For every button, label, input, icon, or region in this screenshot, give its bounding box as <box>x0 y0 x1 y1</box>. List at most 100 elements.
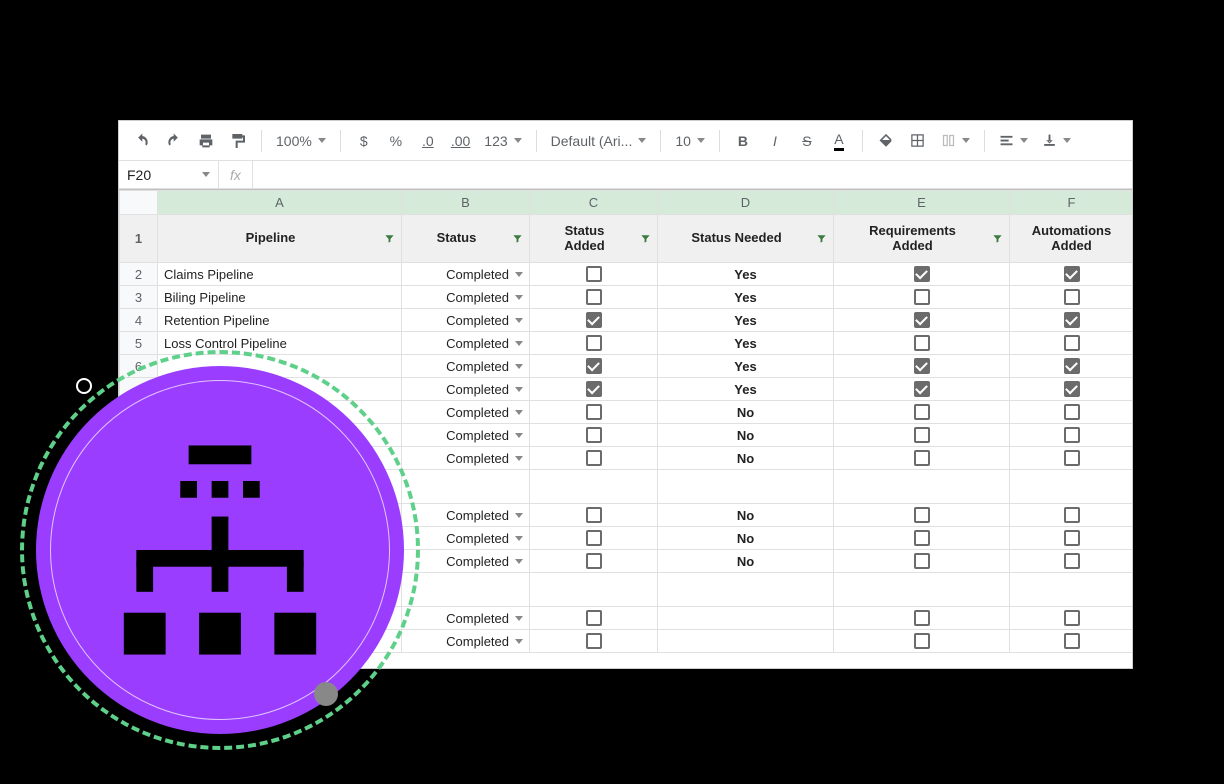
currency-button[interactable]: $ <box>351 128 377 154</box>
cell-status-needed[interactable]: Yes <box>658 332 834 355</box>
cell-status[interactable]: Completed <box>402 527 530 550</box>
checkbox[interactable] <box>586 335 602 351</box>
status-dropdown[interactable]: Completed <box>402 332 529 354</box>
cell-requirements-added[interactable] <box>834 263 1010 286</box>
filter-icon[interactable] <box>991 233 1003 245</box>
cell-status-needed[interactable]: No <box>658 424 834 447</box>
cell-automations-added[interactable] <box>1010 630 1133 653</box>
checkbox[interactable] <box>1064 553 1080 569</box>
checkbox[interactable] <box>914 553 930 569</box>
status-dropdown[interactable]: Completed <box>402 607 529 629</box>
cell-automations-added[interactable] <box>1010 550 1133 573</box>
filter-icon[interactable] <box>815 233 827 245</box>
vertical-align-dropdown[interactable] <box>1038 128 1075 154</box>
cell-status-needed[interactable]: Yes <box>658 355 834 378</box>
checkbox[interactable] <box>586 404 602 420</box>
checkbox[interactable] <box>586 553 602 569</box>
column-header-A[interactable]: A <box>158 191 402 215</box>
checkbox[interactable] <box>1064 312 1080 328</box>
more-formats-dropdown[interactable]: 123 <box>480 128 525 154</box>
cell-status[interactable]: Completed <box>402 401 530 424</box>
cell-status[interactable]: Completed <box>402 504 530 527</box>
cell-status-needed[interactable]: Yes <box>658 378 834 401</box>
italic-button[interactable]: I <box>762 128 788 154</box>
cell-requirements-added[interactable] <box>834 355 1010 378</box>
merge-cells-dropdown[interactable] <box>937 128 974 154</box>
cell-automations-added[interactable] <box>1010 424 1133 447</box>
cell-status[interactable]: Completed <box>402 550 530 573</box>
formula-input[interactable] <box>253 161 1132 188</box>
cell-automations-added[interactable] <box>1010 286 1133 309</box>
filter-icon[interactable] <box>639 233 651 245</box>
cell-status[interactable] <box>402 573 530 607</box>
checkbox[interactable] <box>586 450 602 466</box>
checkbox[interactable] <box>914 530 930 546</box>
cell-status-needed[interactable] <box>658 470 834 504</box>
checkbox[interactable] <box>914 633 930 649</box>
cell-status[interactable]: Completed <box>402 332 530 355</box>
checkbox[interactable] <box>1064 266 1080 282</box>
cell-status-added[interactable] <box>530 401 658 424</box>
font-size-dropdown[interactable]: 10 <box>671 128 709 154</box>
status-dropdown[interactable]: Completed <box>402 550 529 572</box>
cell-status-added[interactable] <box>530 286 658 309</box>
header-cell-pipeline[interactable]: Pipeline <box>158 215 402 263</box>
cell-status-needed[interactable] <box>658 573 834 607</box>
checkbox[interactable] <box>586 289 602 305</box>
cell-status-added[interactable] <box>530 332 658 355</box>
cell-automations-added[interactable] <box>1010 378 1133 401</box>
checkbox[interactable] <box>1064 358 1080 374</box>
cell-automations-added[interactable] <box>1010 355 1133 378</box>
checkbox[interactable] <box>586 610 602 626</box>
cell-status[interactable]: Completed <box>402 309 530 332</box>
cell-status[interactable]: Completed <box>402 355 530 378</box>
borders-button[interactable] <box>905 128 931 154</box>
status-dropdown[interactable]: Completed <box>402 263 529 285</box>
column-header-B[interactable]: B <box>402 191 530 215</box>
checkbox[interactable] <box>914 266 930 282</box>
paint-format-icon[interactable] <box>225 128 251 154</box>
cell-status-added[interactable] <box>530 550 658 573</box>
redo-icon[interactable] <box>161 128 187 154</box>
cell-automations-added[interactable] <box>1010 309 1133 332</box>
status-dropdown[interactable]: Completed <box>402 401 529 423</box>
checkbox[interactable] <box>586 633 602 649</box>
checkbox[interactable] <box>1064 507 1080 523</box>
cell-status-needed[interactable]: No <box>658 550 834 573</box>
cell-requirements-added[interactable] <box>834 286 1010 309</box>
cell-status-needed[interactable]: Yes <box>658 309 834 332</box>
filter-icon[interactable] <box>511 233 523 245</box>
cell-status-added[interactable] <box>530 378 658 401</box>
checkbox[interactable] <box>914 312 930 328</box>
fill-color-button[interactable] <box>873 128 899 154</box>
cell-status-added[interactable] <box>530 527 658 550</box>
cell-status[interactable]: Completed <box>402 263 530 286</box>
cell-status-needed[interactable]: No <box>658 447 834 470</box>
cell-automations-added[interactable] <box>1010 447 1133 470</box>
header-cell-automations-added[interactable]: Automations Added <box>1010 215 1133 263</box>
column-header-E[interactable]: E <box>834 191 1010 215</box>
checkbox[interactable] <box>1064 381 1080 397</box>
cell-pipeline[interactable]: Retention Pipeline <box>158 309 402 332</box>
checkbox[interactable] <box>1064 404 1080 420</box>
header-cell-requirements-added[interactable]: Requirements Added <box>834 215 1010 263</box>
checkbox[interactable] <box>586 266 602 282</box>
cell-automations-added[interactable] <box>1010 504 1133 527</box>
cell-status-needed[interactable]: Yes <box>658 263 834 286</box>
checkbox[interactable] <box>914 404 930 420</box>
cell-requirements-added[interactable] <box>834 332 1010 355</box>
percent-button[interactable]: % <box>383 128 409 154</box>
checkbox[interactable] <box>914 610 930 626</box>
column-header-C[interactable]: C <box>530 191 658 215</box>
row-header[interactable]: 2 <box>120 263 158 286</box>
cell-status-added[interactable] <box>530 447 658 470</box>
cell-status-added[interactable] <box>530 573 658 607</box>
checkbox[interactable] <box>1064 530 1080 546</box>
row-header[interactable]: 1 <box>120 215 158 263</box>
row-header[interactable]: 4 <box>120 309 158 332</box>
checkbox[interactable] <box>586 312 602 328</box>
cell-status[interactable]: Completed <box>402 286 530 309</box>
cell-status-added[interactable] <box>530 470 658 504</box>
filter-icon[interactable] <box>383 233 395 245</box>
status-dropdown[interactable]: Completed <box>402 630 529 652</box>
